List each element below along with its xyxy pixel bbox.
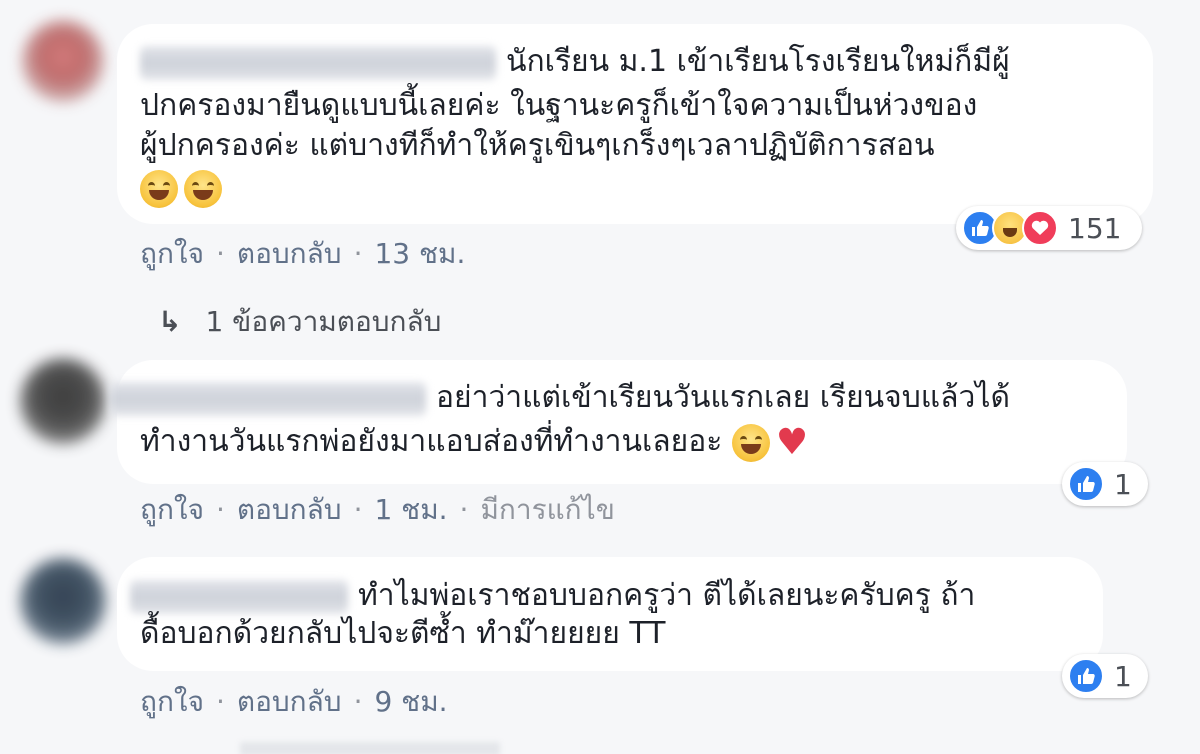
separator: · bbox=[215, 237, 225, 270]
reaction-summary[interactable]: 151 bbox=[956, 206, 1142, 250]
separator: · bbox=[215, 685, 225, 718]
reaction-count: 151 bbox=[1068, 211, 1122, 245]
separator: · bbox=[353, 685, 363, 718]
comment-text: ดื้อบอกด้วยกลับไปจะตีซ้ำ ทำม๊ายยยย TT bbox=[140, 616, 666, 651]
reply-link[interactable]: ตอบกลับ bbox=[237, 685, 342, 718]
reaction-summary[interactable]: 1 bbox=[1062, 462, 1148, 506]
view-replies-link[interactable]: ↳ 1 ข้อความตอบกลับ bbox=[158, 300, 441, 344]
comment-line: ทำงานวันแรกพ่อยังมาแอบส่องที่ทำงานเลยอะ … bbox=[140, 420, 808, 464]
like-icon bbox=[1068, 466, 1104, 502]
separator: · bbox=[353, 237, 363, 270]
like-link[interactable]: ถูกใจ bbox=[140, 237, 204, 270]
timestamp[interactable]: 13 ชม. bbox=[374, 237, 465, 270]
comment-actions: ถูกใจ · ตอบกลับ · 13 ชม. bbox=[140, 232, 465, 276]
commenter-name[interactable] bbox=[140, 45, 496, 80]
comment-text: ปกครองมายืนดูแบบนี้เลยค่ะ ในฐานะครูก็เข้… bbox=[140, 88, 978, 123]
view-replies-label: 1 ข้อความตอบกลับ bbox=[205, 305, 442, 338]
avatar[interactable] bbox=[20, 358, 106, 444]
like-icon bbox=[1068, 658, 1104, 694]
avatar[interactable] bbox=[22, 20, 104, 102]
smiling-emoji bbox=[731, 423, 770, 462]
avatar[interactable] bbox=[20, 558, 106, 644]
reaction-count: 1 bbox=[1114, 659, 1132, 693]
comment-text: ทำงานวันแรกพ่อยังมาแอบส่องที่ทำงานเลยอะ bbox=[140, 424, 723, 459]
like-link[interactable]: ถูกใจ bbox=[140, 493, 204, 526]
edited-label[interactable]: มีการแก้ไข bbox=[480, 493, 614, 526]
comments-panel: นักเรียน ม.1 เข้าเรียนโรงเรียนใหม่ก็มีผู… bbox=[0, 0, 1200, 754]
comment-text: ทำไมพ่อเราชอบบอกครูว่า ตีได้เลยนะครับครู… bbox=[358, 578, 976, 613]
separator: · bbox=[215, 493, 225, 526]
comment-actions: ถูกใจ · ตอบกลับ · 1 ชม. · มีการแก้ไข bbox=[140, 488, 615, 532]
comment-line: นักเรียน ม.1 เข้าเรียนโรงเรียนใหม่ก็มีผู… bbox=[140, 40, 1010, 84]
timestamp[interactable]: 9 ชม. bbox=[374, 685, 447, 718]
love-icon bbox=[1022, 210, 1058, 246]
reaction-count: 1 bbox=[1114, 467, 1132, 501]
separator: · bbox=[459, 493, 469, 526]
separator: · bbox=[353, 493, 363, 526]
commenter-name[interactable] bbox=[110, 381, 426, 416]
reply-link[interactable]: ตอบกลับ bbox=[237, 493, 342, 526]
comment-emojis bbox=[140, 166, 228, 210]
reply-link[interactable]: ตอบกลับ bbox=[237, 237, 342, 270]
comment-text: อย่าว่าแต่เข้าเรียนวันแรกเลย เรียนจบแล้ว… bbox=[436, 380, 1010, 415]
grinning-emoji bbox=[184, 169, 222, 208]
comment-actions: ถูกใจ · ตอบกลับ · 9 ชม. bbox=[140, 680, 448, 724]
grinning-sweat-emoji bbox=[140, 169, 178, 208]
comment-text: ผู้ปกครองค่ะ แต่บางทีก็ทำให้ครูเขินๆเกร็… bbox=[140, 128, 935, 163]
commenter-name[interactable] bbox=[130, 579, 348, 614]
next-comment-peek bbox=[240, 742, 500, 754]
comment-text: นักเรียน ม.1 เข้าเรียนโรงเรียนใหม่ก็มีผู… bbox=[506, 44, 1010, 79]
like-link[interactable]: ถูกใจ bbox=[140, 685, 204, 718]
reply-arrow-icon: ↳ bbox=[158, 305, 182, 338]
comment-line: อย่าว่าแต่เข้าเรียนวันแรกเลย เรียนจบแล้ว… bbox=[110, 376, 1010, 420]
heart-emoji: ♥ bbox=[775, 421, 809, 463]
timestamp[interactable]: 1 ชม. bbox=[374, 493, 447, 526]
reaction-summary[interactable]: 1 bbox=[1062, 654, 1148, 698]
